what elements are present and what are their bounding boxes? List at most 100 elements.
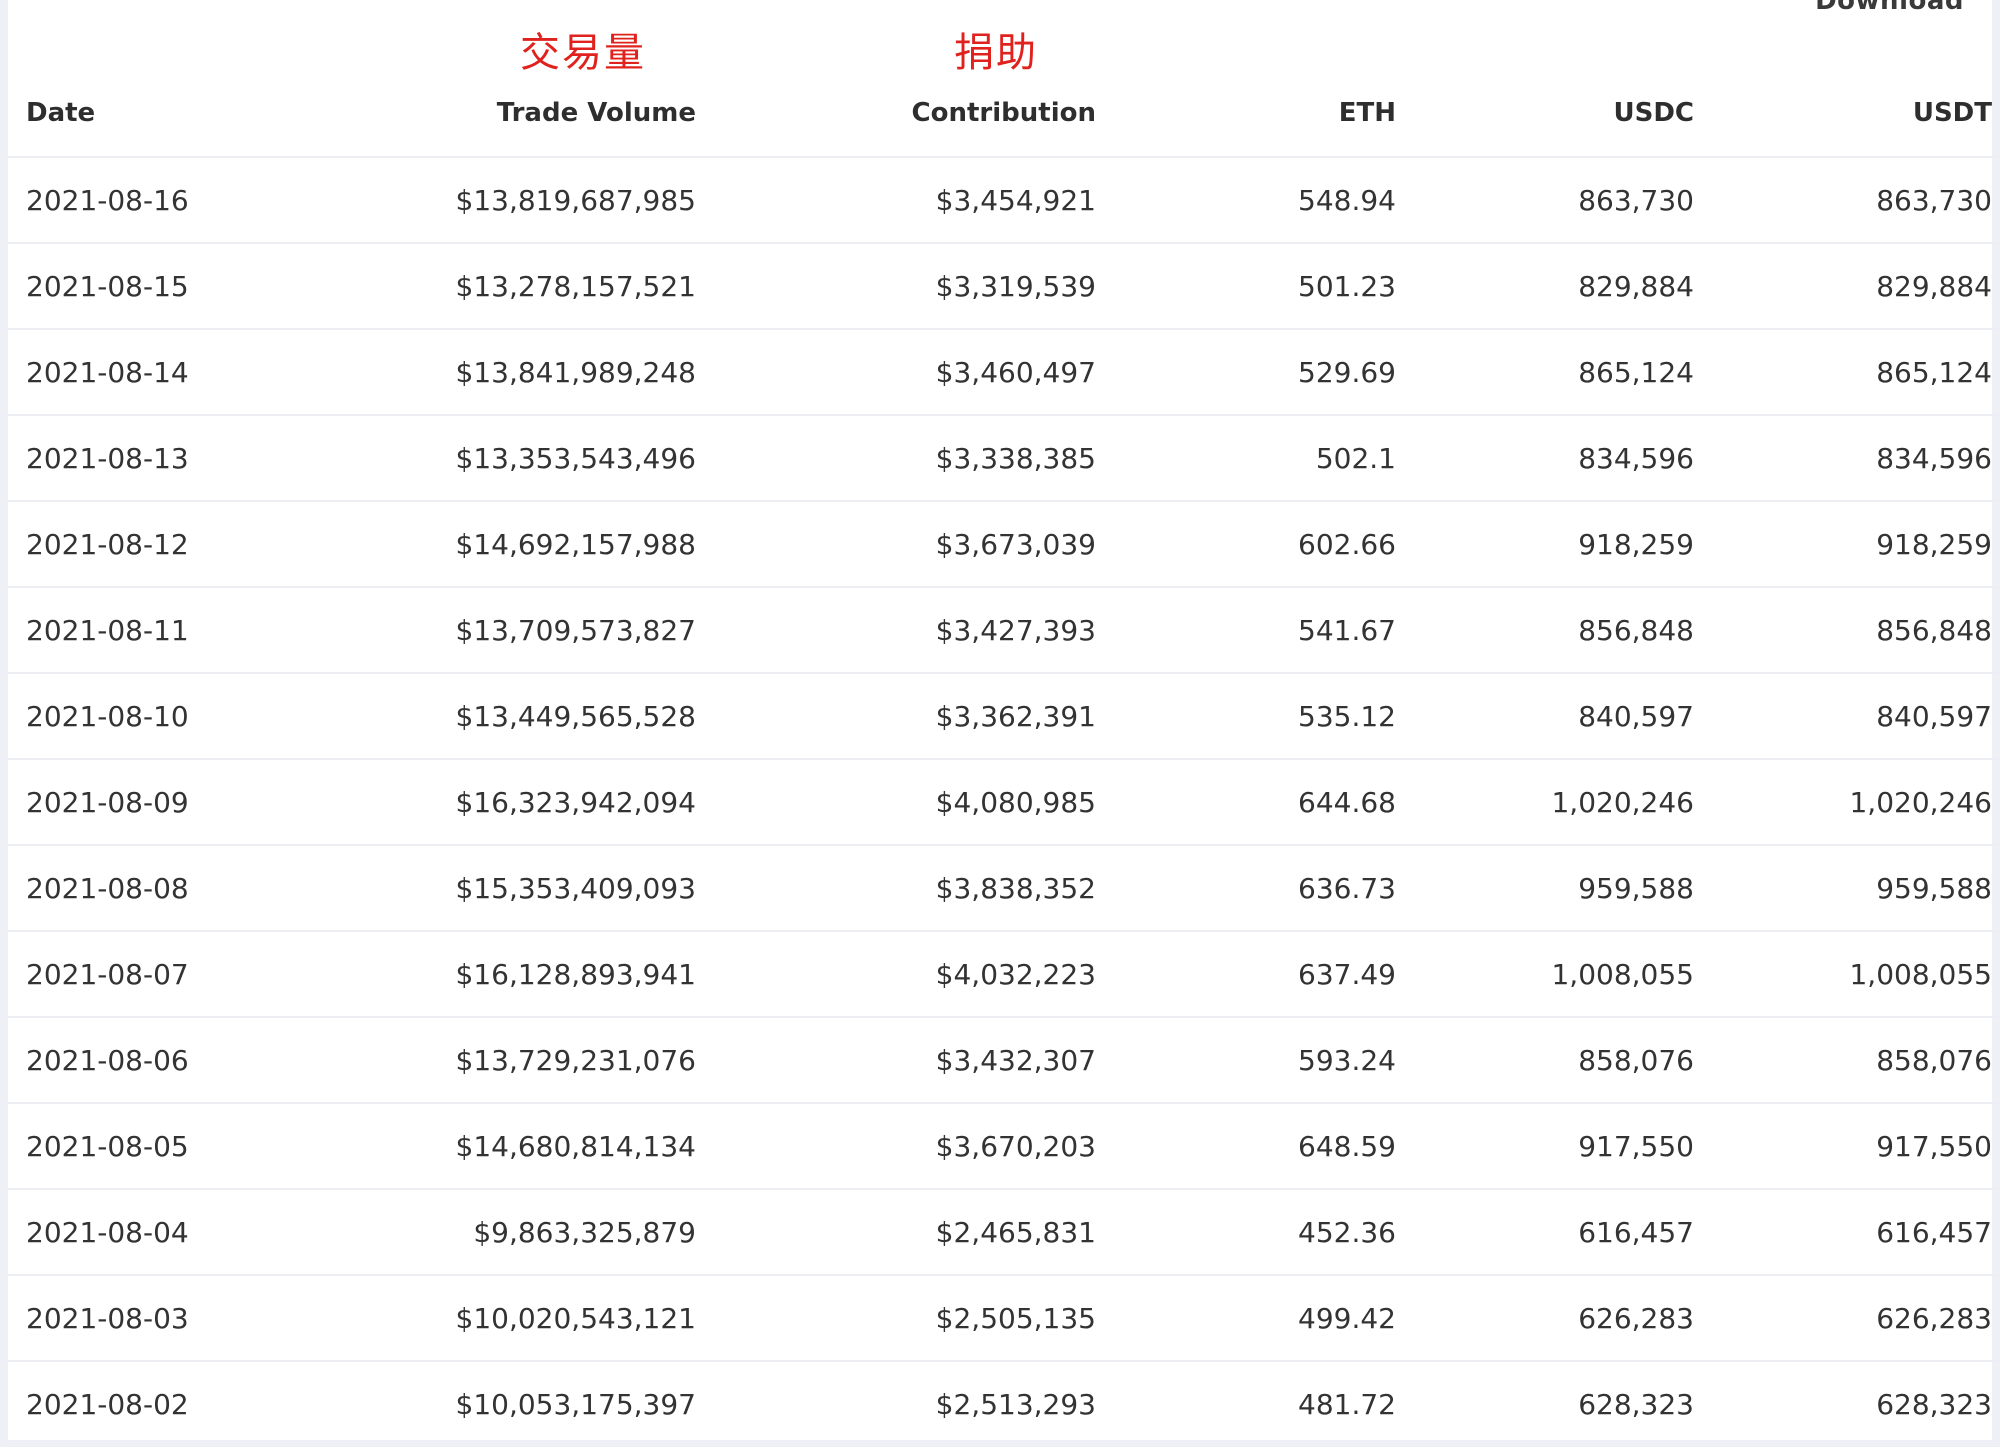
cell-contribution: $3,454,921 [696,157,1096,244]
table-row: 2021-08-13 $13,353,543,496 $3,338,385 502.1… [8,415,2000,502]
table-row: 2021-08-05 $14,680,814,134 $3,670,203 648.5… [8,1103,2000,1190]
cell-eth: 602.66 [1096,501,1396,588]
data-card: Download 交易量 捐助 Date Trade Volume Contri… [8,0,2000,1447]
header-usdt[interactable]: USDT [1694,70,2000,158]
cell-usdt: 616,457 [1694,1189,2000,1276]
cell-date: 2021-08-15 [8,243,286,330]
cell-date: 2021-08-13 [8,415,286,502]
cell-date: 2021-08-03 [8,1275,286,1362]
header-date[interactable]: Date [8,70,286,158]
header-usdc[interactable]: USDC [1396,70,1694,158]
cell-eth: 481.72 [1096,1361,1396,1447]
cell-usdc: 626,283 [1396,1275,1694,1362]
cell-trade-volume: $13,729,231,076 [286,1017,696,1104]
cell-trade-volume: $13,449,565,528 [286,673,696,760]
cell-trade-volume: $13,819,687,985 [286,157,696,244]
download-link[interactable]: Download [1815,0,1964,16]
cell-date: 2021-08-10 [8,673,286,760]
cell-eth: 452.36 [1096,1189,1396,1276]
cell-usdc: 1,020,246 [1396,759,1694,846]
header-row: Date Trade Volume Contribution ETH USDC … [8,70,2000,158]
table-row: 2021-08-11 $13,709,573,827 $3,427,393 541.6… [8,587,2000,674]
cell-eth: 535.12 [1096,673,1396,760]
cell-eth: 636.73 [1096,845,1396,932]
cell-trade-volume: $16,128,893,941 [286,931,696,1018]
cell-usdt: 917,550 [1694,1103,2000,1190]
cell-usdc: 840,597 [1396,673,1694,760]
cell-date: 2021-08-07 [8,931,286,1018]
cell-contribution: $4,032,223 [696,931,1096,1018]
cell-trade-volume: $14,680,814,134 [286,1103,696,1190]
cell-trade-volume: $10,053,175,397 [286,1361,696,1447]
cell-contribution: $3,362,391 [696,673,1096,760]
cell-contribution: $3,432,307 [696,1017,1096,1104]
cell-usdc: 834,596 [1396,415,1694,502]
table-row: 2021-08-15 $13,278,157,521 $3,319,539 501.2… [8,243,2000,330]
cell-date: 2021-08-02 [8,1361,286,1447]
cell-contribution: $3,427,393 [696,587,1096,674]
cell-trade-volume: $15,353,409,093 [286,845,696,932]
cell-contribution: $3,338,385 [696,415,1096,502]
cell-usdc: 918,259 [1396,501,1694,588]
cell-eth: 502.1 [1096,415,1396,502]
cell-usdt: 918,259 [1694,501,2000,588]
cell-trade-volume: $9,863,325,879 [286,1189,696,1276]
header-contribution[interactable]: Contribution [696,70,1096,158]
cell-usdc: 959,588 [1396,845,1694,932]
cell-trade-volume: $13,353,543,496 [286,415,696,502]
cell-eth: 648.59 [1096,1103,1396,1190]
table-row: 2021-08-07 $16,128,893,941 $4,032,223 637.4… [8,931,2000,1018]
table-header: Date Trade Volume Contribution ETH USDC … [8,70,2000,158]
cell-usdt: 865,124 [1694,329,2000,416]
table-row: 2021-08-06 $13,729,231,076 $3,432,307 593.2… [8,1017,2000,1104]
cell-contribution: $3,838,352 [696,845,1096,932]
cell-usdc: 865,124 [1396,329,1694,416]
cell-usdt: 863,730 [1694,157,2000,244]
table-row: 2021-08-10 $13,449,565,528 $3,362,391 535.1… [8,673,2000,760]
cell-contribution: $3,670,203 [696,1103,1096,1190]
table-row: 2021-08-12 $14,692,157,988 $3,673,039 602.6… [8,501,2000,588]
cell-date: 2021-08-14 [8,329,286,416]
cell-usdt: 834,596 [1694,415,2000,502]
cell-contribution: $2,465,831 [696,1189,1096,1276]
cell-trade-volume: $13,709,573,827 [286,587,696,674]
cell-eth: 501.23 [1096,243,1396,330]
cell-trade-volume: $13,841,989,248 [286,329,696,416]
cell-date: 2021-08-09 [8,759,286,846]
header-trade-volume[interactable]: Trade Volume [286,70,696,158]
header-eth[interactable]: ETH [1096,70,1396,158]
cell-usdt: 858,076 [1694,1017,2000,1104]
cell-date: 2021-08-05 [8,1103,286,1190]
cell-eth: 593.24 [1096,1017,1396,1104]
cell-contribution: $3,460,497 [696,329,1096,416]
cell-usdc: 917,550 [1396,1103,1694,1190]
cell-usdc: 628,323 [1396,1361,1694,1447]
cell-contribution: $4,080,985 [696,759,1096,846]
cell-eth: 499.42 [1096,1275,1396,1362]
cell-date: 2021-08-16 [8,157,286,244]
cell-contribution: $2,505,135 [696,1275,1096,1362]
cell-trade-volume: $13,278,157,521 [286,243,696,330]
table-row: 2021-08-03 $10,020,543,121 $2,505,135 499.4… [8,1275,2000,1362]
table-row: 2021-08-04 $9,863,325,879 $2,465,831 452.36… [8,1189,2000,1276]
table-row: 2021-08-09 $16,323,942,094 $4,080,985 644.6… [8,759,2000,846]
table-row: 2021-08-02 $10,053,175,397 $2,513,293 481.7… [8,1361,2000,1447]
cell-trade-volume: $14,692,157,988 [286,501,696,588]
cell-date: 2021-08-04 [8,1189,286,1276]
table-row: 2021-08-08 $15,353,409,093 $3,838,352 636.7… [8,845,2000,932]
table-body: 2021-08-16 $13,819,687,985 $3,454,921 548.9… [8,157,2000,1447]
page: Download 交易量 捐助 Date Trade Volume Contri… [0,0,2000,1447]
table-row: 2021-08-16 $13,819,687,985 $3,454,921 548.9… [8,157,2000,244]
cell-date: 2021-08-08 [8,845,286,932]
cell-usdt: 626,283 [1694,1275,2000,1362]
cell-usdc: 856,848 [1396,587,1694,674]
cell-trade-volume: $16,323,942,094 [286,759,696,846]
cell-usdt: 829,884 [1694,243,2000,330]
cell-usdt: 959,588 [1694,845,2000,932]
cell-trade-volume: $10,020,543,121 [286,1275,696,1362]
volume-table: Date Trade Volume Contribution ETH USDC … [8,70,2000,1447]
cell-usdc: 829,884 [1396,243,1694,330]
cell-date: 2021-08-12 [8,501,286,588]
cell-eth: 541.67 [1096,587,1396,674]
cell-eth: 644.68 [1096,759,1396,846]
